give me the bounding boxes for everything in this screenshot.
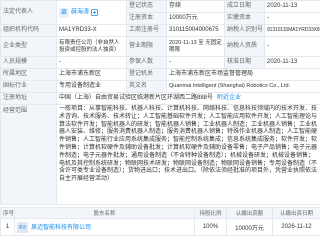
row-index: 1 xyxy=(0,218,15,236)
approved-value: 2020-11-13 xyxy=(264,56,320,69)
company-type-value: 有限责任公司（非自然人投资或控股的法人独资） xyxy=(56,36,127,57)
shareholder-logo[interactable]: 泉迈 xyxy=(17,221,28,233)
status-value: 存续 xyxy=(166,0,225,13)
staff-value: - xyxy=(56,56,127,69)
status-label: 登记状态 xyxy=(126,0,167,13)
table-row: 1 泉迈 泉迈智能科技有限公司 100% 10000万元 2026-11-12 xyxy=(0,218,320,236)
subscribed-date: 2026-11-12 xyxy=(272,218,320,236)
reg-no-label: 工商注册号 xyxy=(126,24,167,37)
english-name-label: 英文名 xyxy=(126,80,167,93)
english-name-value: Quanmai Intelligent (Shanghai) Robotics … xyxy=(166,80,320,93)
reg-capital-label: 注册资本 xyxy=(126,12,167,25)
org-code-label: 组织机构代码 xyxy=(0,24,57,37)
legal-rep-name[interactable]: 薛海涛 xyxy=(71,9,89,15)
tax-qual-label: 纳税人资质 xyxy=(224,36,265,57)
legal-rep-cell: 薛薛海涛 xyxy=(56,0,127,25)
tax-qual-value: - xyxy=(264,36,320,57)
related-companies-icon[interactable] xyxy=(91,9,98,16)
tax-id-label: 纳税人识别号 xyxy=(224,24,265,37)
legal-rep-label: 法定代表人 xyxy=(0,0,57,25)
approved-label: 核准日期 xyxy=(224,56,265,69)
nearby-companies-link[interactable]: 附近企业 xyxy=(217,95,241,101)
authority-label: 登记机关 xyxy=(126,68,167,81)
header-date: 认缴出资日期 xyxy=(272,207,320,219)
reg-capital-value: 10000万元 xyxy=(166,12,225,25)
header-index: 序号 xyxy=(0,207,15,219)
paid-capital-label: 实缴资本 xyxy=(224,12,265,25)
tax-id-value: 91310115MA1YRD33X8 xyxy=(264,24,320,37)
business-info-table: 法定代表人 薛薛海涛 登记状态 存续 成立日期 2020-11-13 注册资本 … xyxy=(0,0,320,205)
term-label: 营业期限 xyxy=(126,36,167,57)
region-value: 上海市浦东新区 xyxy=(56,68,127,81)
established-value: 2020-11-13 xyxy=(264,0,320,13)
shareholders-table: 序号 股东名称 持股比例 认缴出资额 认缴出资日期 1 泉迈 泉迈智能科技有限公司… xyxy=(0,207,320,236)
reg-no-value: 310115004000675 xyxy=(166,24,225,37)
company-type-label: 企业类型 xyxy=(0,36,57,57)
scope-value: 一般项目：从事智能科技、机器人科技、计算机科技、网络科技、信息科技领域内的技术开… xyxy=(59,106,318,183)
subscribed-amount: 10000万元 xyxy=(226,218,273,236)
industry-value: 专用设备制造业 xyxy=(56,80,127,93)
region-label: 所属地区 xyxy=(0,68,57,81)
paid-capital-value: - xyxy=(264,12,320,25)
shareholder-name-link[interactable]: 泉迈智能科技有限公司 xyxy=(31,225,91,231)
shareholder-cell: 泉迈 泉迈智能科技有限公司 xyxy=(14,218,195,236)
org-code-value: MA1YRD33-X xyxy=(56,24,127,37)
company-profile-page: 法定代表人 薛薛海涛 登记状态 存续 成立日期 2020-11-13 注册资本 … xyxy=(0,0,320,240)
header-shareholder-name: 股东名称 xyxy=(14,207,195,219)
address-label: 注册地址 xyxy=(0,92,57,105)
industry-label: 国标行业 xyxy=(0,80,57,93)
established-label: 成立日期 xyxy=(224,0,265,13)
authority-value: 上海市浦东新区市场监督管理局 xyxy=(166,68,320,81)
scope-cell: 一般项目：从事智能科技、机器人科技、计算机科技、网络科技、信息科技领域内的技术开… xyxy=(56,104,320,205)
address-value: 中国（上海）自由贸易试验区临港新片区环湖西二路888号 xyxy=(59,95,214,101)
term-value: 2020-11-13 至 无固定期限 xyxy=(166,36,225,57)
insured-label: 参保人数 xyxy=(126,56,167,69)
header-amount: 认缴出资额 xyxy=(226,207,273,219)
insured-value: - xyxy=(166,56,225,69)
staff-label: 人员规模 xyxy=(0,56,57,69)
header-ratio: 持股比例 xyxy=(194,207,227,219)
scope-label: 经营范围 xyxy=(0,104,57,205)
shareholding-ratio: 100% xyxy=(194,218,227,236)
legal-rep-avatar[interactable]: 薛 xyxy=(59,7,69,18)
shareholders-header-row: 序号 股东名称 持股比例 认缴出资额 认缴出资日期 xyxy=(0,207,320,219)
address-cell: 中国（上海）自由贸易试验区临港新片区环湖西二路888号 附近企业 xyxy=(56,92,320,105)
